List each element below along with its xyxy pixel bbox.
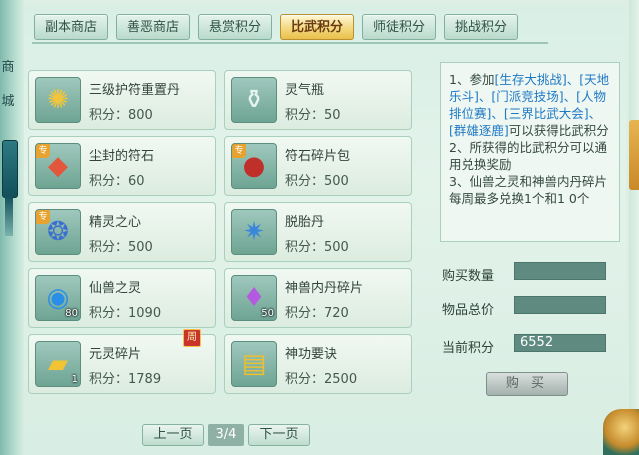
item-slot: ◆ 专 — [35, 143, 81, 189]
item-slot: ✷ — [231, 209, 277, 255]
item-points: 积分：500 — [285, 240, 349, 255]
weekly-limit-badge: 周 — [183, 329, 201, 347]
shop-item[interactable]: ♦ 50 神兽内丹碎片 积分：720 — [224, 268, 412, 328]
knot-ornament — [2, 140, 18, 198]
tab-arena-points[interactable]: 比武积分 — [280, 14, 354, 40]
item-grid: ✺ 三级护符重置丹 积分：800 ⚱ 灵气瓶 积分：50 ◆ 专 尘封的符石 积… — [28, 64, 428, 400]
item-slot: ● 专 — [231, 143, 277, 189]
gold-pill-icon: ✺ — [47, 85, 69, 115]
item-name: 精灵之心 — [89, 215, 142, 230]
shop-item[interactable]: ❂ 专 精灵之心 积分：500 — [28, 202, 216, 262]
tassel-ornament — [5, 196, 13, 236]
item-name: 尘封的符石 — [89, 149, 155, 164]
shop-tabs: 副本商店 善恶商店 悬赏积分 比武积分 师徒积分 挑战积分 — [34, 14, 526, 40]
quantity-label: 购买数量 — [442, 269, 495, 284]
item-slot: ♦ 50 — [231, 275, 277, 321]
left-frame: 商 城 — [0, 0, 24, 455]
quantity-input[interactable] — [514, 262, 606, 280]
page-indicator: 3/4 — [208, 424, 244, 446]
item-slot: ✺ — [35, 77, 81, 123]
shop-item[interactable]: ✷ 脱胎丹 积分：500 — [224, 202, 412, 262]
skill-book-icon: ▤ — [241, 349, 267, 379]
exclusive-badge: 专 — [36, 210, 50, 224]
right-side-tab[interactable] — [629, 120, 639, 190]
item-points: 积分：800 — [89, 108, 153, 123]
rule-1-suffix: 可以获得比武积分 — [508, 123, 609, 138]
shop-item[interactable]: ◆ 专 尘封的符石 积分：60 — [28, 136, 216, 196]
current-points-field: 6552 — [514, 334, 606, 352]
item-count: 1 — [71, 374, 78, 385]
shop-item[interactable]: ✺ 三级护符重置丹 积分：800 — [28, 70, 216, 130]
shop-item[interactable]: ◉ 80 仙兽之灵 积分：1090 — [28, 268, 216, 328]
tab-karma-shop[interactable]: 善恶商店 — [116, 14, 190, 40]
tab-challenge-points[interactable]: 挑战积分 — [444, 14, 518, 40]
corner-ornament — [603, 409, 639, 455]
rule-3: 3、仙兽之灵和神兽内丹碎片每周最多兑换1个和1 0个 — [449, 174, 607, 206]
item-slot: ⚱ — [231, 77, 277, 123]
spirit-bottle-icon: ⚱ — [243, 85, 265, 115]
item-name: 元灵碎片 — [89, 347, 142, 362]
item-points: 积分：1789 — [89, 372, 162, 387]
item-name: 脱胎丹 — [285, 215, 325, 230]
item-name: 神兽内丹碎片 — [285, 281, 364, 296]
item-points: 积分：500 — [285, 174, 349, 189]
item-points: 积分：720 — [285, 306, 349, 321]
item-points: 积分：500 — [89, 240, 153, 255]
current-points-label: 当前积分 — [442, 341, 495, 356]
shop-item[interactable]: ● 专 符石碎片包 积分：500 — [224, 136, 412, 196]
shop-item[interactable]: ▤ 神功要诀 积分：2500 — [224, 334, 412, 394]
current-points-row: 当前积分 6552 — [440, 334, 630, 356]
item-points: 积分：2500 — [285, 372, 358, 387]
tab-mentor-points[interactable]: 师徒积分 — [362, 14, 436, 40]
item-count: 50 — [261, 308, 274, 319]
points-shop-panel: 副本商店 善恶商店 悬赏积分 比武积分 师徒积分 挑战积分 ✺ 三级护符重置丹 … — [24, 6, 626, 455]
prev-page-button[interactable]: 上一页 — [142, 424, 204, 446]
side-label-shang: 商 — [1, 60, 15, 75]
item-points: 积分：50 — [285, 108, 341, 123]
right-frame — [629, 0, 639, 455]
tab-dungeon-shop[interactable]: 副本商店 — [34, 14, 108, 40]
item-points: 积分：1090 — [89, 306, 162, 321]
item-count: 80 — [65, 308, 78, 319]
rules-description: 1、参加[生存大挑战]、[天地乐斗]、[门派竞技场]、[人物排位赛]、[三界比武… — [440, 62, 620, 242]
shop-item[interactable]: ▰ 1 周 元灵碎片 积分：1789 — [28, 329, 216, 394]
item-points: 积分：60 — [89, 174, 145, 189]
item-slot: ◉ 80 — [35, 275, 81, 321]
next-page-button[interactable]: 下一页 — [248, 424, 310, 446]
rebirth-pill-icon: ✷ — [243, 217, 265, 247]
exclusive-badge: 专 — [36, 144, 50, 158]
exclusive-badge: 专 — [232, 144, 246, 158]
item-slot: ▤ — [231, 341, 277, 387]
item-name: 灵气瓶 — [285, 83, 325, 98]
item-name: 神功要诀 — [285, 347, 338, 362]
total-price-field — [514, 296, 606, 314]
item-name: 仙兽之灵 — [89, 281, 142, 296]
item-name: 三级护符重置丹 — [89, 83, 181, 98]
quantity-row: 购买数量 — [440, 262, 630, 284]
total-price-label: 物品总价 — [442, 303, 495, 318]
item-slot: ❂ 专 — [35, 209, 81, 255]
tab-divider — [32, 42, 548, 44]
tab-bounty-points[interactable]: 悬赏积分 — [198, 14, 272, 40]
shop-item[interactable]: ⚱ 灵气瓶 积分：50 — [224, 70, 412, 130]
item-slot: ▰ 1 — [35, 341, 81, 387]
side-label-cheng: 城 — [1, 94, 15, 109]
buy-button[interactable]: 购 买 — [486, 372, 568, 396]
rule-2: 2、所获得的比武积分可以通用兑换奖励 — [449, 140, 607, 172]
item-name: 符石碎片包 — [285, 149, 351, 164]
total-price-row: 物品总价 — [440, 296, 630, 318]
rule-1-prefix: 1、参加 — [449, 72, 495, 87]
